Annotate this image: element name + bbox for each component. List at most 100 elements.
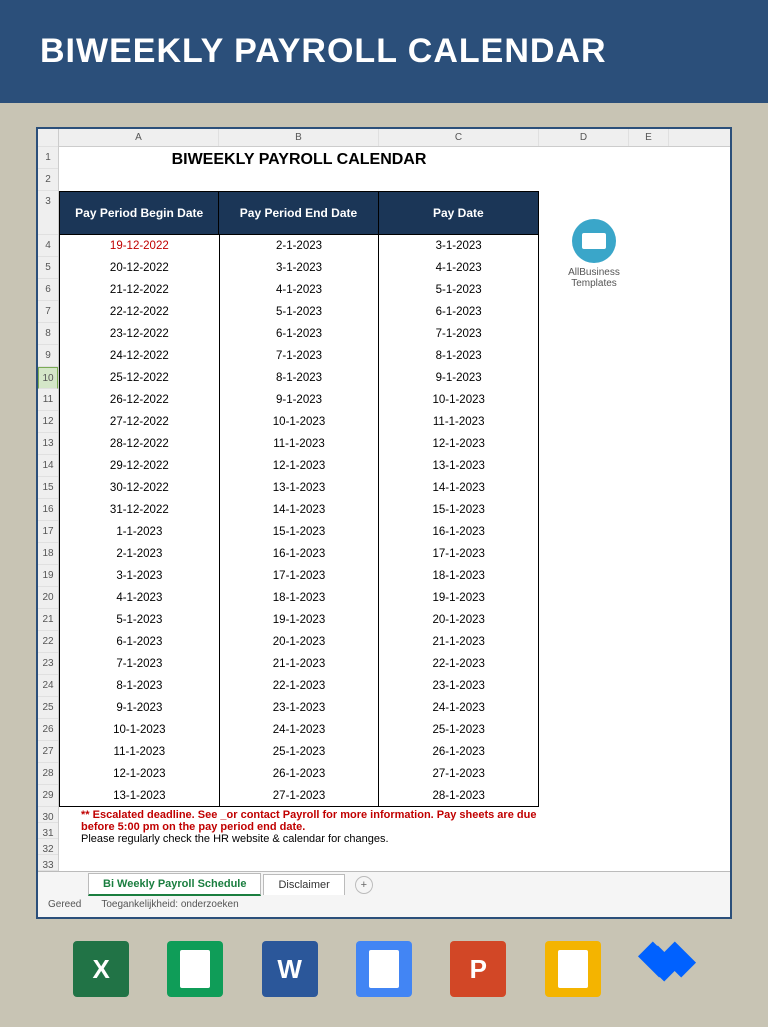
cell-begin[interactable]: 26-12-2022 bbox=[60, 389, 220, 411]
cell-end[interactable]: 9-1-2023 bbox=[220, 389, 380, 411]
row-num-24[interactable]: 24 bbox=[38, 675, 58, 697]
cell-end[interactable]: 4-1-2023 bbox=[220, 279, 380, 301]
cell-begin[interactable]: 24-12-2022 bbox=[60, 345, 220, 367]
table-row[interactable]: 28-12-202211-1-202312-1-2023 bbox=[59, 433, 539, 455]
table-row[interactable]: 10-1-202324-1-202325-1-2023 bbox=[59, 719, 539, 741]
row-num-29[interactable]: 29 bbox=[38, 785, 58, 807]
cell-pay[interactable]: 14-1-2023 bbox=[379, 477, 539, 499]
cell-end[interactable]: 22-1-2023 bbox=[220, 675, 380, 697]
cell-pay[interactable]: 21-1-2023 bbox=[379, 631, 539, 653]
row-num-6[interactable]: 6 bbox=[38, 279, 58, 301]
cell-end[interactable]: 18-1-2023 bbox=[220, 587, 380, 609]
cell-pay[interactable]: 23-1-2023 bbox=[379, 675, 539, 697]
cell-pay[interactable]: 4-1-2023 bbox=[379, 257, 539, 279]
sheets-icon[interactable] bbox=[159, 933, 231, 1005]
cell-pay[interactable]: 7-1-2023 bbox=[379, 323, 539, 345]
cell-end[interactable]: 19-1-2023 bbox=[220, 609, 380, 631]
table-row[interactable]: 7-1-202321-1-202322-1-2023 bbox=[59, 653, 539, 675]
row-num-32[interactable]: 32 bbox=[38, 839, 58, 855]
row-num-17[interactable]: 17 bbox=[38, 521, 58, 543]
cell-begin[interactable]: 6-1-2023 bbox=[60, 631, 220, 653]
table-row[interactable]: 31-12-202214-1-202315-1-2023 bbox=[59, 499, 539, 521]
table-row[interactable]: 21-12-20224-1-20235-1-2023 bbox=[59, 279, 539, 301]
cell-end[interactable]: 13-1-2023 bbox=[220, 477, 380, 499]
cell-end[interactable]: 7-1-2023 bbox=[220, 345, 380, 367]
cell-pay[interactable]: 11-1-2023 bbox=[379, 411, 539, 433]
cell-begin[interactable]: 4-1-2023 bbox=[60, 587, 220, 609]
slides-icon[interactable] bbox=[537, 933, 609, 1005]
row-num-7[interactable]: 7 bbox=[38, 301, 58, 323]
row-num-14[interactable]: 14 bbox=[38, 455, 58, 477]
cell-begin[interactable]: 5-1-2023 bbox=[60, 609, 220, 631]
cell-end[interactable]: 2-1-2023 bbox=[220, 235, 380, 257]
row-num-23[interactable]: 23 bbox=[38, 653, 58, 675]
cell-begin[interactable]: 12-1-2023 bbox=[60, 763, 220, 785]
row-num-31[interactable]: 31 bbox=[38, 823, 58, 839]
new-sheet-button[interactable]: + bbox=[355, 876, 373, 894]
cell-pay[interactable]: 28-1-2023 bbox=[379, 785, 539, 806]
row-num-12[interactable]: 12 bbox=[38, 411, 58, 433]
col-d[interactable]: D bbox=[539, 129, 629, 146]
table-row[interactable]: 2-1-202316-1-202317-1-2023 bbox=[59, 543, 539, 565]
row-num-20[interactable]: 20 bbox=[38, 587, 58, 609]
row-num-10[interactable]: 10 bbox=[38, 367, 58, 389]
col-a[interactable]: A bbox=[59, 129, 219, 146]
table-row[interactable]: 12-1-202326-1-202327-1-2023 bbox=[59, 763, 539, 785]
cell-pay[interactable]: 16-1-2023 bbox=[379, 521, 539, 543]
table-row[interactable]: 11-1-202325-1-202326-1-2023 bbox=[59, 741, 539, 763]
table-row[interactable]: 3-1-202317-1-202318-1-2023 bbox=[59, 565, 539, 587]
cell-end[interactable]: 12-1-2023 bbox=[220, 455, 380, 477]
table-row[interactable]: 20-12-20223-1-20234-1-2023 bbox=[59, 257, 539, 279]
row-num-3[interactable]: 3 bbox=[38, 191, 58, 235]
cell-begin[interactable]: 27-12-2022 bbox=[60, 411, 220, 433]
cell-begin[interactable]: 13-1-2023 bbox=[60, 785, 220, 806]
table-row[interactable]: 13-1-202327-1-202328-1-2023 bbox=[59, 785, 539, 807]
cell-end[interactable]: 27-1-2023 bbox=[220, 785, 380, 806]
cell-begin[interactable]: 30-12-2022 bbox=[60, 477, 220, 499]
table-row[interactable]: 22-12-20225-1-20236-1-2023 bbox=[59, 301, 539, 323]
cell-end[interactable]: 6-1-2023 bbox=[220, 323, 380, 345]
cell-pay[interactable]: 9-1-2023 bbox=[379, 367, 539, 389]
cell-pay[interactable]: 27-1-2023 bbox=[379, 763, 539, 785]
cell-pay[interactable]: 8-1-2023 bbox=[379, 345, 539, 367]
cell-pay[interactable]: 24-1-2023 bbox=[379, 697, 539, 719]
cell-begin[interactable]: 22-12-2022 bbox=[60, 301, 220, 323]
row-num-25[interactable]: 25 bbox=[38, 697, 58, 719]
cell-pay[interactable]: 17-1-2023 bbox=[379, 543, 539, 565]
row-num-22[interactable]: 22 bbox=[38, 631, 58, 653]
table-row[interactable]: 9-1-202323-1-202324-1-2023 bbox=[59, 697, 539, 719]
row-num-33[interactable]: 33 bbox=[38, 855, 58, 871]
cell-begin[interactable]: 1-1-2023 bbox=[60, 521, 220, 543]
row-num-30[interactable]: 30 bbox=[38, 807, 58, 823]
row-num-19[interactable]: 19 bbox=[38, 565, 58, 587]
cell-end[interactable]: 5-1-2023 bbox=[220, 301, 380, 323]
row-num-1[interactable]: 1 bbox=[38, 147, 58, 169]
cell-end[interactable]: 24-1-2023 bbox=[220, 719, 380, 741]
excel-icon[interactable]: X bbox=[65, 933, 137, 1005]
table-row[interactable]: 1-1-202315-1-202316-1-2023 bbox=[59, 521, 539, 543]
cell-end[interactable]: 8-1-2023 bbox=[220, 367, 380, 389]
row-num-18[interactable]: 18 bbox=[38, 543, 58, 565]
cell-end[interactable]: 3-1-2023 bbox=[220, 257, 380, 279]
cell-begin[interactable]: 29-12-2022 bbox=[60, 455, 220, 477]
cell-begin[interactable]: 21-12-2022 bbox=[60, 279, 220, 301]
cell-begin[interactable]: 31-12-2022 bbox=[60, 499, 220, 521]
docs-icon[interactable] bbox=[348, 933, 420, 1005]
cell-end[interactable]: 21-1-2023 bbox=[220, 653, 380, 675]
row-num-28[interactable]: 28 bbox=[38, 763, 58, 785]
table-row[interactable]: 25-12-20228-1-20239-1-2023 bbox=[59, 367, 539, 389]
table-row[interactable]: 8-1-202322-1-202323-1-2023 bbox=[59, 675, 539, 697]
cell-begin[interactable]: 11-1-2023 bbox=[60, 741, 220, 763]
table-row[interactable]: 23-12-20226-1-20237-1-2023 bbox=[59, 323, 539, 345]
cell-end[interactable]: 16-1-2023 bbox=[220, 543, 380, 565]
cell-end[interactable]: 10-1-2023 bbox=[220, 411, 380, 433]
cell-end[interactable]: 17-1-2023 bbox=[220, 565, 380, 587]
cell-pay[interactable]: 26-1-2023 bbox=[379, 741, 539, 763]
table-row[interactable]: 4-1-202318-1-202319-1-2023 bbox=[59, 587, 539, 609]
tab-schedule[interactable]: Bi Weekly Payroll Schedule bbox=[88, 873, 261, 896]
cell-begin[interactable]: 28-12-2022 bbox=[60, 433, 220, 455]
cell-pay[interactable]: 12-1-2023 bbox=[379, 433, 539, 455]
cell-end[interactable]: 20-1-2023 bbox=[220, 631, 380, 653]
cell-end[interactable]: 25-1-2023 bbox=[220, 741, 380, 763]
cell-begin[interactable]: 25-12-2022 bbox=[60, 367, 220, 389]
